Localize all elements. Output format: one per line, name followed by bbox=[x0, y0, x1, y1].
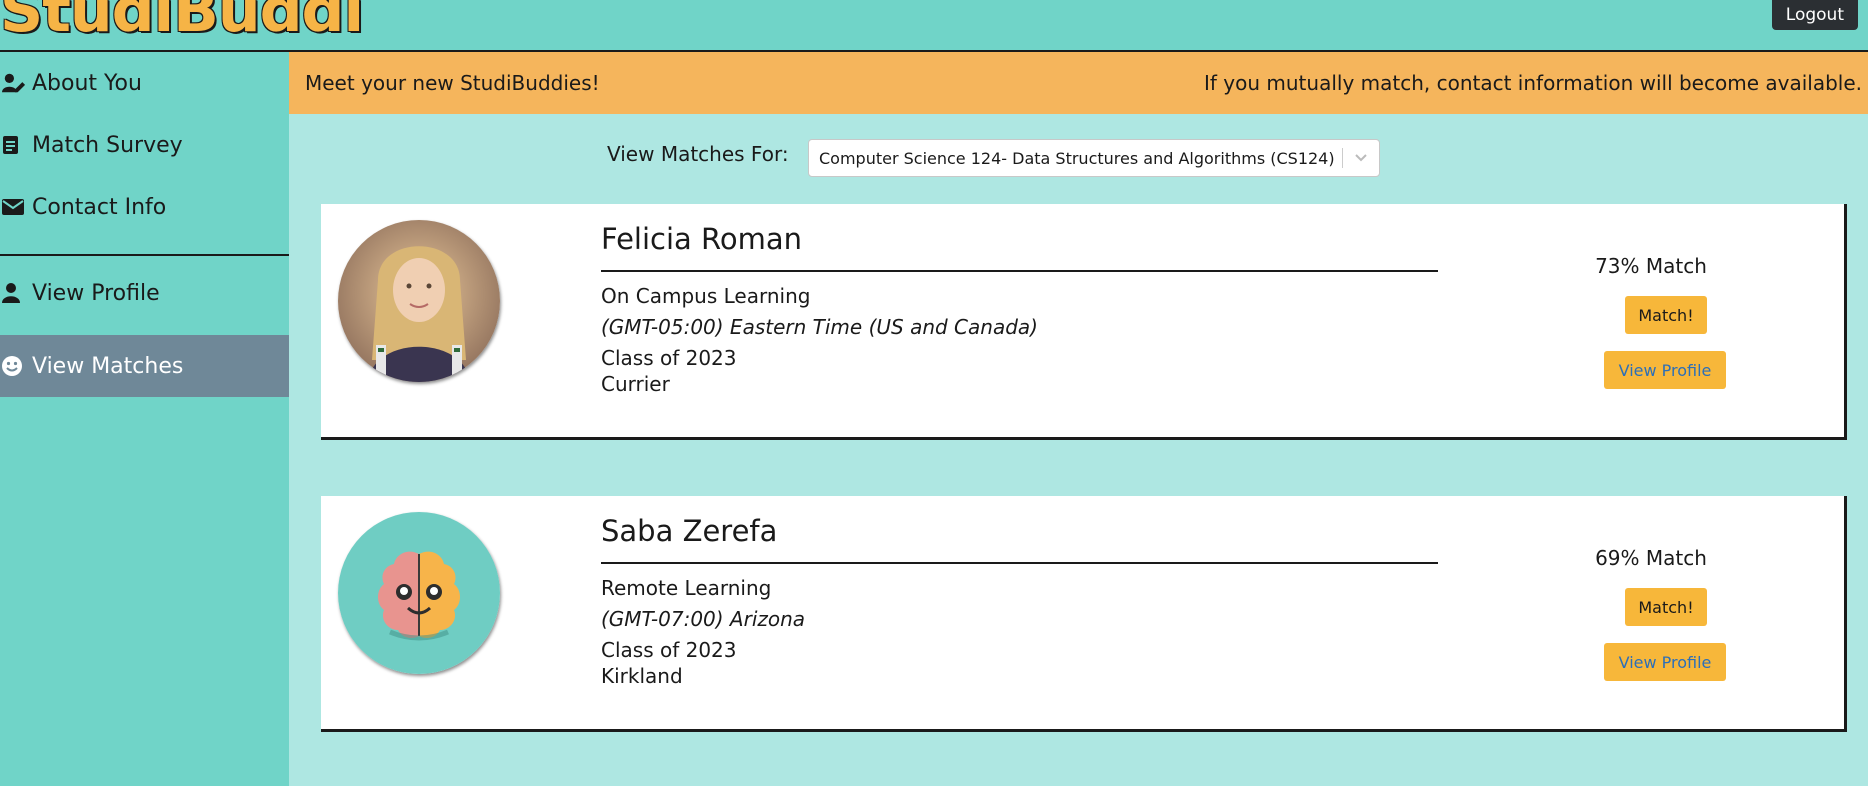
smile-icon bbox=[2, 355, 26, 377]
class-year: Class of 2023 bbox=[601, 638, 737, 662]
select-separator bbox=[1342, 148, 1343, 168]
top-header: StudiBuddi Logout bbox=[0, 0, 1868, 52]
match-name: Felicia Roman bbox=[601, 222, 803, 256]
match-percent: 69% Match bbox=[1595, 546, 1707, 570]
banner-left-text: Meet your new StudiBuddies! bbox=[305, 71, 600, 95]
filter-label: View Matches For: bbox=[607, 142, 789, 166]
course-select[interactable]: Computer Science 124- Data Structures an… bbox=[808, 139, 1380, 177]
match-name: Saba Zerefa bbox=[601, 514, 778, 548]
sidebar-divider bbox=[0, 254, 289, 256]
timezone: (GMT-05:00) Eastern Time (US and Canada) bbox=[601, 315, 1038, 339]
user-edit-icon bbox=[2, 72, 26, 94]
envelope-icon bbox=[2, 196, 26, 218]
survey-icon bbox=[2, 134, 26, 156]
match-button[interactable]: Match! bbox=[1625, 588, 1707, 626]
timezone: (GMT-07:00) Arizona bbox=[601, 607, 806, 631]
match-card: Felicia Roman On Campus Learning (GMT-05… bbox=[321, 204, 1847, 440]
match-card: Saba Zerefa Remote Learning (GMT-07:00) … bbox=[321, 496, 1847, 732]
logout-button[interactable]: Logout bbox=[1771, 0, 1858, 30]
learning-mode: On Campus Learning bbox=[601, 284, 811, 308]
sidebar-item-view-matches[interactable]: View Matches bbox=[0, 335, 289, 397]
class-year: Class of 2023 bbox=[601, 346, 737, 370]
sidebar-item-label: Contact Info bbox=[32, 194, 167, 220]
name-divider bbox=[601, 562, 1438, 564]
learning-mode: Remote Learning bbox=[601, 576, 772, 600]
sidebar-item-match-survey[interactable]: Match Survey bbox=[0, 114, 289, 176]
user-icon bbox=[2, 282, 26, 304]
sidebar-item-view-profile[interactable]: View Profile bbox=[0, 262, 289, 324]
course-select-value: Computer Science 124- Data Structures an… bbox=[819, 148, 1335, 168]
chevron-down-icon[interactable] bbox=[1353, 148, 1369, 168]
sidebar-item-label: View Matches bbox=[32, 353, 184, 379]
brand-logo[interactable]: StudiBuddi bbox=[0, 0, 364, 46]
house: Kirkland bbox=[601, 664, 683, 688]
match-button[interactable]: Match! bbox=[1625, 296, 1707, 334]
sidebar-item-label: About You bbox=[32, 70, 142, 96]
sidebar-item-about-you[interactable]: About You bbox=[0, 52, 289, 114]
brain-avatar bbox=[338, 512, 500, 674]
sidebar: About You Match Survey Contact Info View… bbox=[0, 52, 289, 786]
sidebar-item-label: View Profile bbox=[32, 280, 160, 306]
name-divider bbox=[601, 270, 1438, 272]
view-profile-button[interactable]: View Profile bbox=[1604, 351, 1726, 389]
view-profile-button[interactable]: View Profile bbox=[1604, 643, 1726, 681]
photo-avatar bbox=[338, 220, 500, 382]
sidebar-item-contact-info[interactable]: Contact Info bbox=[0, 176, 289, 238]
info-banner: Meet your new StudiBuddies! If you mutua… bbox=[289, 52, 1868, 114]
match-percent: 73% Match bbox=[1595, 254, 1707, 278]
house: Currier bbox=[601, 372, 670, 396]
banner-right-text: If you mutually match, contact informati… bbox=[1204, 71, 1862, 95]
sidebar-item-label: Match Survey bbox=[32, 132, 183, 158]
